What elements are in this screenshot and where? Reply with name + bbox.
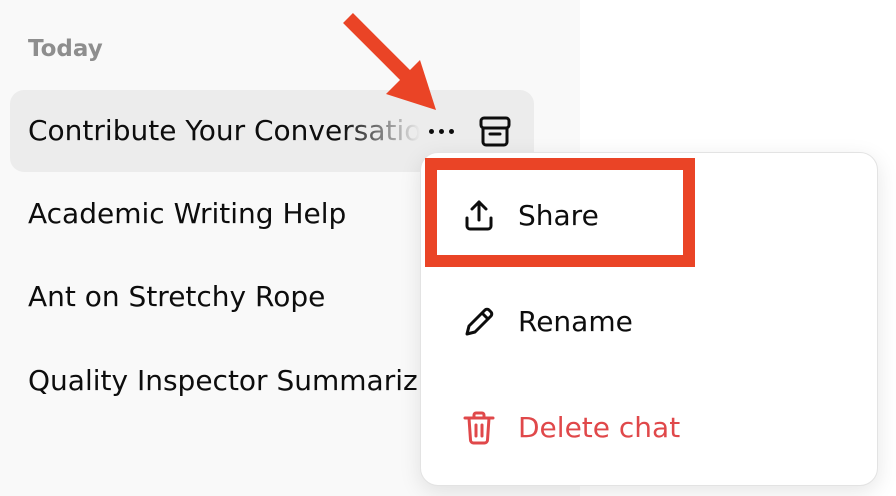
chat-title: Quality Inspector Summarizing xyxy=(28,364,428,397)
menu-item-label: Rename xyxy=(518,305,633,338)
menu-item-delete-chat[interactable]: Delete chat xyxy=(421,396,877,460)
highlight-box xyxy=(425,158,695,267)
arrow-pointer-icon xyxy=(343,13,436,110)
chat-title: Academic Writing Help xyxy=(28,197,347,230)
menu-item-rename[interactable]: Rename xyxy=(421,290,877,354)
archive-icon xyxy=(479,116,511,147)
archive-button[interactable] xyxy=(474,112,516,152)
chat-title: Ant on Stretchy Rope xyxy=(28,280,326,313)
page: Today Contribute Your Conversations Acad… xyxy=(0,0,896,496)
section-label-today: Today xyxy=(28,36,103,62)
pencil-icon xyxy=(465,307,494,336)
menu-item-label: Delete chat xyxy=(518,411,681,444)
trash-icon xyxy=(463,411,495,445)
